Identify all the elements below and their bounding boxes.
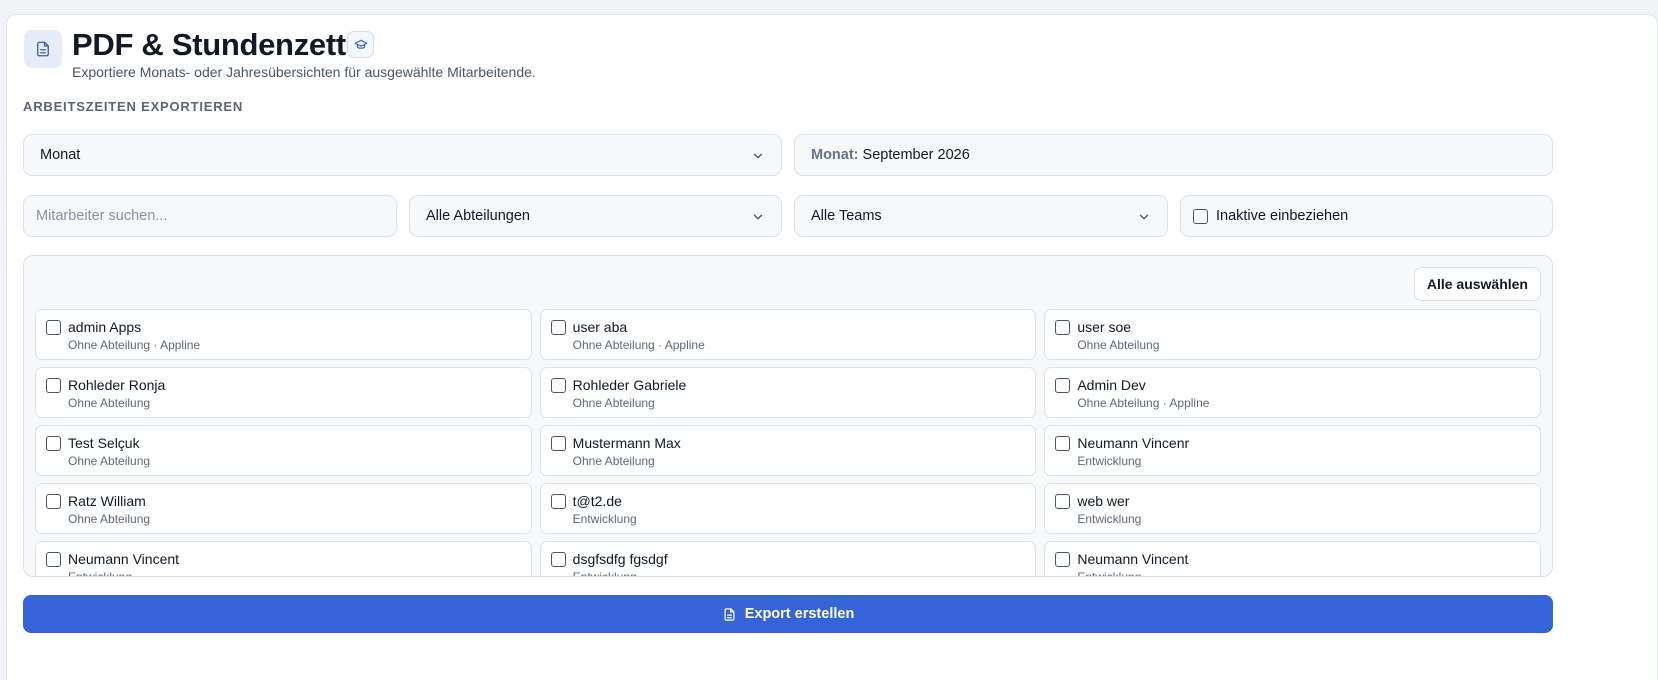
employee-name: Admin Dev [1077, 377, 1146, 393]
chevron-down-icon [1139, 214, 1149, 220]
employee-department: Entwicklung [1077, 454, 1142, 468]
employee-name: dsgfsdfg fgsdgf [572, 551, 668, 567]
employee-department: Ohne Abteilung [68, 454, 151, 468]
employee-name: Mustermann Max [572, 435, 681, 451]
team-select[interactable]: Alle Teams [794, 195, 1168, 237]
search-placeholder: Mitarbeiter suchen... [36, 208, 168, 224]
employee-checkbox[interactable] [1055, 436, 1071, 451]
export-card: PDF & Stundenzettel Exportiere Monats- o… [6, 14, 1658, 680]
employee-department: Ohne Abteilung [68, 512, 151, 526]
employee-item[interactable]: Neumann Vincenr Entwicklung [1044, 425, 1541, 476]
chevron-down-icon [753, 214, 763, 220]
employee-checkbox[interactable] [550, 552, 566, 567]
employee-name: web wer [1077, 493, 1130, 509]
select-all-button[interactable]: Alle auswählen [1413, 267, 1541, 301]
export-button[interactable]: Export erstellen [23, 595, 1553, 633]
employee-checkbox[interactable] [46, 552, 61, 567]
employee-department: Entwicklung [572, 512, 637, 526]
employee-department: Ohne Abteilung [1077, 338, 1160, 352]
employee-department: Entwicklung [1077, 570, 1142, 577]
document-icon [724, 607, 735, 621]
graduation-cap-icon[interactable] [347, 31, 374, 58]
chevron-down-icon [753, 153, 763, 159]
include-inactive-label: Inaktive einbeziehen [1216, 208, 1349, 224]
employee-department: Ohne Abteilung [68, 396, 151, 410]
department-select[interactable]: Alle Abteilungen [409, 195, 782, 237]
employee-item[interactable]: t@t2.de Entwicklung [539, 483, 1037, 534]
employee-department: Ohne Abteilung · Appline [68, 338, 201, 352]
employee-item[interactable]: user soe Ohne Abteilung [1044, 309, 1541, 360]
employee-checkbox[interactable] [550, 378, 566, 393]
employee-checkbox[interactable] [46, 494, 61, 509]
include-inactive-toggle[interactable]: Inaktive einbeziehen [1180, 195, 1553, 237]
employee-item[interactable]: Ratz William Ohne Abteilung [35, 483, 532, 534]
employee-item[interactable]: Neumann Vincent Entwicklung [35, 541, 532, 577]
period-value-prefix: Monat: [811, 147, 859, 163]
employee-checkbox[interactable] [46, 436, 61, 451]
employee-item[interactable]: user aba Ohne Abteilung · Appline [539, 309, 1037, 360]
department-value: Alle Abteilungen [426, 208, 530, 224]
employee-checkbox[interactable] [550, 494, 566, 509]
employee-item[interactable]: Rohleder Gabriele Ohne Abteilung [539, 367, 1037, 418]
team-value: Alle Teams [811, 208, 882, 224]
employee-name: Neumann Vincenr [1077, 435, 1190, 451]
employee-checkbox[interactable] [46, 320, 61, 335]
document-icon [24, 30, 62, 68]
employee-item[interactable]: Neumann Vincent Entwicklung [1044, 541, 1541, 577]
employee-checkbox[interactable] [1055, 320, 1071, 335]
page-subtitle: Exportiere Monats- oder Jahresübersichte… [72, 64, 536, 80]
employee-search-input[interactable]: Mitarbeiter suchen... [23, 195, 397, 237]
employee-department: Entwicklung [572, 570, 637, 577]
employee-name: Rohleder Ronja [68, 377, 166, 393]
employee-department: Ohne Abteilung [572, 396, 655, 410]
employee-department: Entwicklung [1077, 512, 1142, 526]
employee-department: Ohne Abteilung · Appline [572, 338, 705, 352]
employee-checkbox[interactable] [1055, 378, 1071, 393]
employee-item[interactable]: dsgfsdfg fgsdgf Entwicklung [539, 541, 1037, 577]
period-type-value: Monat [40, 147, 81, 163]
section-heading: ARBEITSZEITEN EXPORTIEREN [23, 99, 244, 114]
employee-name: admin Apps [68, 319, 142, 335]
employee-grid: admin Apps Ohne Abteilung · Appline user a… [35, 309, 1541, 577]
employee-name: Neumann Vincent [68, 551, 180, 567]
employee-department: Ohne Abteilung · Appline [1077, 396, 1210, 410]
period-value-picker[interactable]: Monat: September 2026 [794, 134, 1553, 176]
employee-checkbox[interactable] [550, 436, 566, 451]
employee-checkbox[interactable] [550, 320, 566, 335]
employee-item[interactable]: Test Selçuk Ohne Abteilung [35, 425, 532, 476]
employee-list: Alle auswählen admin Apps Ohne Abteilung … [23, 255, 1553, 577]
employee-department: Ohne Abteilung [572, 454, 655, 468]
employee-department: Entwicklung [68, 570, 133, 577]
employee-name: user aba [572, 319, 628, 335]
employee-item[interactable]: Admin Dev Ohne Abteilung · Appline [1044, 367, 1541, 418]
export-button-label: Export erstellen [744, 606, 855, 622]
page-title: PDF & Stundenzettel [72, 27, 372, 62]
employee-name: t@t2.de [572, 493, 622, 509]
include-inactive-checkbox[interactable] [1193, 208, 1208, 224]
period-value: September 2026 [862, 147, 970, 163]
employee-item[interactable]: web wer Entwicklung [1044, 483, 1541, 534]
employee-item[interactable]: admin Apps Ohne Abteilung · Appline [35, 309, 532, 360]
employee-name: Test Selçuk [68, 435, 140, 451]
employee-name: Rohleder Gabriele [572, 377, 687, 393]
employee-name: Neumann Vincent [1077, 551, 1189, 567]
employee-name: user soe [1077, 319, 1132, 335]
period-type-select[interactable]: Monat [23, 134, 782, 176]
employee-item[interactable]: Rohleder Ronja Ohne Abteilung [35, 367, 532, 418]
employee-item[interactable]: Mustermann Max Ohne Abteilung [539, 425, 1037, 476]
employee-checkbox[interactable] [1055, 494, 1071, 509]
employee-checkbox[interactable] [46, 378, 61, 393]
employee-checkbox[interactable] [1055, 552, 1071, 567]
employee-name: Ratz William [68, 493, 146, 509]
